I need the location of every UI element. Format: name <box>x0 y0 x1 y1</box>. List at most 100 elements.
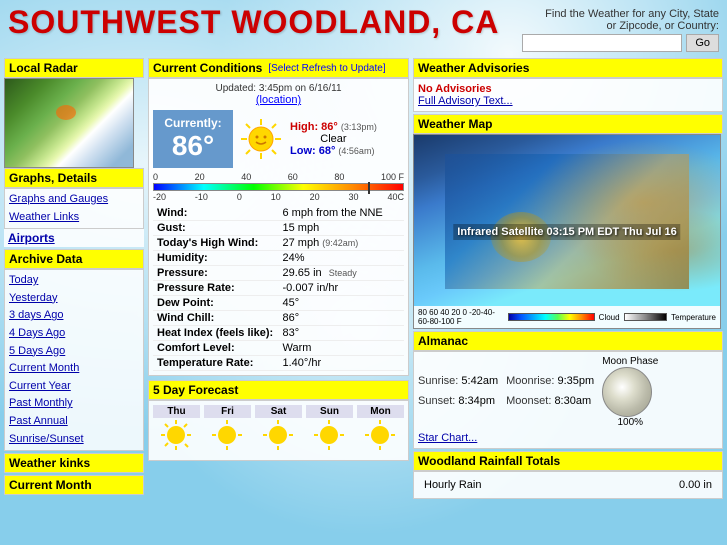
pressure-value: 29.65 in Steady <box>279 266 405 281</box>
humidity-value: 24% <box>279 251 405 266</box>
right-panel: Weather Advisories No Advisories Full Ad… <box>413 58 723 499</box>
archive-4days[interactable]: 4 Days Ago <box>9 325 139 343</box>
gust-value: 15 mph <box>279 221 405 236</box>
hourly-rain-value: 0.00 in <box>603 478 716 492</box>
archive-current-year[interactable]: Current Year <box>9 378 139 396</box>
temp-rate-label: Temperature Rate: <box>153 356 279 371</box>
forecast-day-name-fri: Fri <box>204 405 251 418</box>
moon-circle <box>602 367 652 417</box>
archive-links: Today Yesterday 3 days Ago 4 Days Ago 5 … <box>4 269 144 451</box>
moon-phase-block: Moon Phase 100% <box>602 356 658 428</box>
graphs-gauges-link[interactable]: Graphs and Gauges <box>9 191 139 209</box>
temp-label: Temperature <box>671 313 716 322</box>
weather-map-title: Weather Map <box>413 114 723 134</box>
therm-bar <box>153 183 404 191</box>
sunset-row: Sunset: 8:34pm <box>418 392 498 412</box>
archive-yesterday[interactable]: Yesterday <box>9 290 139 308</box>
almanac-col1: Sunrise: 5:42am Sunset: 8:34pm <box>418 372 498 412</box>
windchill-value: 86° <box>279 311 405 326</box>
therm-scale-f: 020406080100 F <box>153 172 404 182</box>
full-advisory-link[interactable]: Full Advisory Text... <box>418 95 513 107</box>
forecast-sun-sat <box>261 418 296 453</box>
pressure-label: Pressure: <box>153 266 279 281</box>
high-wind-row: Today's High Wind: 27 mph (9:42am) <box>153 236 404 251</box>
archive-past-monthly[interactable]: Past Monthly <box>9 395 139 413</box>
archive-sunrise-sunset[interactable]: Sunrise/Sunset <box>9 431 139 449</box>
wind-value: 6 mph from the NNE <box>279 206 405 221</box>
archive-3days[interactable]: 3 days Ago <box>9 307 139 325</box>
therm-scale-c: -20-10010203040C <box>153 192 404 202</box>
forecast-sun-thu <box>159 418 194 453</box>
humidity-row: Humidity: 24% <box>153 251 404 266</box>
forecast-day-sun: Sun <box>306 405 353 456</box>
moonset-value: 8:30am <box>554 395 591 407</box>
conditions-table: Wind: 6 mph from the NNE Gust: 15 mph To… <box>153 206 404 371</box>
forecast-days: Thu F <box>153 405 404 456</box>
advisories-title: Weather Advisories <box>413 58 723 78</box>
select-refresh[interactable]: [Select Refresh to Update] <box>268 63 385 74</box>
forecast-day-sat: Sat <box>255 405 302 456</box>
search-label1: Find the Weather for any City, State <box>522 8 719 20</box>
forecast-day-thu: Thu <box>153 405 200 456</box>
weather-kinks-title: Weather kinks <box>4 453 144 473</box>
map-overlay-text: Infrared Satellite 03:15 PM EDT Thu Jul … <box>453 224 680 240</box>
wind-label: Wind: <box>153 206 279 221</box>
search-box: Find the Weather for any City, State or … <box>522 4 719 52</box>
dewpoint-row: Dew Point: 45° <box>153 296 404 311</box>
almanac-col2: Moonrise: 9:35pm Moonset: 8:30am <box>506 372 594 412</box>
currently-block: Currently: 86° <box>153 110 233 168</box>
cloud-gradient-bar <box>624 313 668 321</box>
cloud-label: Cloud <box>599 313 620 322</box>
sunset-label: Sunset: <box>418 395 455 407</box>
almanac-grid: Sunrise: 5:42am Sunset: 8:34pm Moonrise:… <box>418 356 718 428</box>
search-input[interactable] <box>522 34 682 52</box>
main-layout: Local Radar Graphs, Details Graphs and G… <box>0 56 727 501</box>
high-time: (3:13pm) <box>341 122 377 132</box>
dewpoint-label: Dew Point: <box>153 296 279 311</box>
sun-icon <box>239 117 284 162</box>
forecast-sun-fri <box>210 418 245 453</box>
high-wind-label: Today's High Wind: <box>153 236 279 251</box>
pressure-rate-value: -0.007 in/hr <box>279 281 405 296</box>
weather-links-link[interactable]: Weather Links <box>9 209 139 227</box>
archive-past-annual[interactable]: Past Annual <box>9 413 139 431</box>
moonrise-value: 9:35pm <box>557 375 594 387</box>
windchill-label: Wind Chill: <box>153 311 279 326</box>
archive-title: Archive Data <box>4 249 144 269</box>
graphs-links: Graphs and Gauges Weather Links <box>4 188 144 229</box>
star-chart-link[interactable]: Star Chart... <box>418 432 477 444</box>
forecast-day-name-sat: Sat <box>255 405 302 418</box>
moonrise-label: Moonrise: <box>506 375 554 387</box>
low-temp: Low: 68° <box>290 145 335 157</box>
forecast-day-name-thu: Thu <box>153 405 200 418</box>
forecast-day-fri: Fri <box>204 405 251 456</box>
wind-row: Wind: 6 mph from the NNE <box>153 206 404 221</box>
temp-rate-row: Temperature Rate: 1.40°/hr <box>153 356 404 371</box>
forecast-day-name-mon: Mon <box>357 405 404 418</box>
heatindex-row: Heat Index (feels like): 83° <box>153 326 404 341</box>
high-temp: High: 86° <box>290 121 338 133</box>
forecast-body: Thu F <box>148 400 409 461</box>
forecast-day-name-sun: Sun <box>306 405 353 418</box>
location-link[interactable]: (location) <box>256 94 301 106</box>
pressure-rate-label: Pressure Rate: <box>153 281 279 296</box>
hourly-rain-label: Hourly Rain <box>420 478 601 492</box>
archive-current-month[interactable]: Current Month <box>9 360 139 378</box>
weather-map-image: Infrared Satellite 03:15 PM EDT Thu Jul … <box>413 134 721 329</box>
moonset-label: Moonset: <box>506 395 551 407</box>
forecast-sun-mon <box>363 418 398 453</box>
currently-label: Currently: <box>163 116 223 130</box>
current-month-title: Current Month <box>4 475 144 495</box>
airports-link[interactable]: Airports <box>4 229 144 247</box>
go-button[interactable]: Go <box>686 34 719 52</box>
heatindex-label: Heat Index (feels like): <box>153 326 279 341</box>
forecast-sun-sun <box>312 418 347 453</box>
rainfall-title: Woodland Rainfall Totals <box>413 451 723 471</box>
almanac-body: Sunrise: 5:42am Sunset: 8:34pm Moonrise:… <box>413 351 723 449</box>
forecast-section: 5 Day Forecast Thu <box>148 380 409 461</box>
rainfall-table: Hourly Rain 0.00 in <box>418 476 718 494</box>
high-low-block: High: 86° (3:13pm) Clear Low: 68° (4:56a… <box>290 121 377 157</box>
archive-5days[interactable]: 5 Days Ago <box>9 343 139 361</box>
archive-today[interactable]: Today <box>9 272 139 290</box>
forecast-day-mon: Mon <box>357 405 404 456</box>
